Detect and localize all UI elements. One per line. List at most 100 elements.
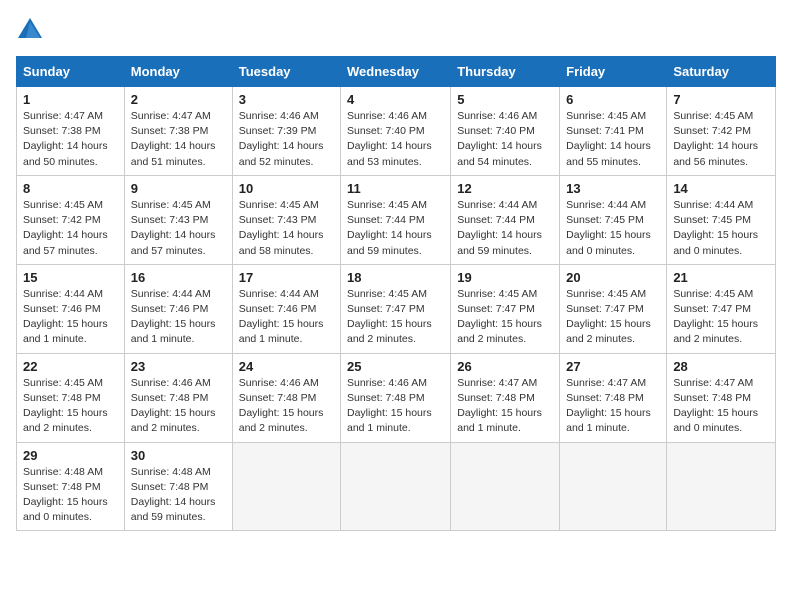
- daylight-label: Daylight: 14 hours and 51 minutes.: [131, 140, 216, 167]
- sunrise-label: Sunrise: 4:46 AM: [131, 377, 211, 389]
- calendar-day-cell: 1 Sunrise: 4:47 AM Sunset: 7:38 PM Dayli…: [17, 87, 125, 176]
- sunrise-label: Sunrise: 4:44 AM: [23, 288, 103, 300]
- weekday-header-row: SundayMondayTuesdayWednesdayThursdayFrid…: [17, 57, 776, 87]
- sunset-label: Sunset: 7:41 PM: [566, 125, 644, 137]
- day-info: Sunrise: 4:45 AM Sunset: 7:43 PM Dayligh…: [131, 198, 226, 259]
- calendar-day-cell: 30 Sunrise: 4:48 AM Sunset: 7:48 PM Dayl…: [124, 442, 232, 531]
- calendar-day-cell: 3 Sunrise: 4:46 AM Sunset: 7:39 PM Dayli…: [232, 87, 340, 176]
- daylight-label: Daylight: 14 hours and 57 minutes.: [23, 229, 108, 256]
- calendar-day-cell: 6 Sunrise: 4:45 AM Sunset: 7:41 PM Dayli…: [560, 87, 667, 176]
- weekday-header: Wednesday: [341, 57, 451, 87]
- daylight-label: Daylight: 14 hours and 54 minutes.: [457, 140, 542, 167]
- sunrise-label: Sunrise: 4:47 AM: [673, 377, 753, 389]
- calendar-day-cell: 23 Sunrise: 4:46 AM Sunset: 7:48 PM Dayl…: [124, 353, 232, 442]
- daylight-label: Daylight: 15 hours and 2 minutes.: [347, 318, 432, 345]
- sunrise-label: Sunrise: 4:47 AM: [23, 110, 103, 122]
- calendar-day-cell: 28 Sunrise: 4:47 AM Sunset: 7:48 PM Dayl…: [667, 353, 776, 442]
- day-number: 10: [239, 181, 334, 196]
- day-number: 24: [239, 359, 334, 374]
- day-info: Sunrise: 4:47 AM Sunset: 7:48 PM Dayligh…: [673, 376, 769, 437]
- sunset-label: Sunset: 7:48 PM: [131, 392, 209, 404]
- day-info: Sunrise: 4:45 AM Sunset: 7:47 PM Dayligh…: [566, 287, 660, 348]
- sunrise-label: Sunrise: 4:45 AM: [347, 199, 427, 211]
- daylight-label: Daylight: 15 hours and 1 minute.: [457, 407, 542, 434]
- day-info: Sunrise: 4:45 AM Sunset: 7:47 PM Dayligh…: [673, 287, 769, 348]
- day-number: 8: [23, 181, 118, 196]
- weekday-header: Friday: [560, 57, 667, 87]
- day-info: Sunrise: 4:45 AM Sunset: 7:47 PM Dayligh…: [347, 287, 444, 348]
- calendar-day-cell: 9 Sunrise: 4:45 AM Sunset: 7:43 PM Dayli…: [124, 175, 232, 264]
- day-info: Sunrise: 4:45 AM Sunset: 7:43 PM Dayligh…: [239, 198, 334, 259]
- calendar-day-cell: 24 Sunrise: 4:46 AM Sunset: 7:48 PM Dayl…: [232, 353, 340, 442]
- day-number: 14: [673, 181, 769, 196]
- daylight-label: Daylight: 15 hours and 1 minute.: [347, 407, 432, 434]
- weekday-header: Sunday: [17, 57, 125, 87]
- sunrise-label: Sunrise: 4:47 AM: [131, 110, 211, 122]
- daylight-label: Daylight: 15 hours and 2 minutes.: [673, 318, 758, 345]
- day-number: 26: [457, 359, 553, 374]
- day-number: 22: [23, 359, 118, 374]
- sunset-label: Sunset: 7:47 PM: [457, 303, 535, 315]
- calendar-day-cell: 19 Sunrise: 4:45 AM Sunset: 7:47 PM Dayl…: [451, 264, 560, 353]
- day-number: 13: [566, 181, 660, 196]
- day-number: 29: [23, 448, 118, 463]
- daylight-label: Daylight: 14 hours and 59 minutes.: [347, 229, 432, 256]
- calendar-day-cell: 25 Sunrise: 4:46 AM Sunset: 7:48 PM Dayl…: [341, 353, 451, 442]
- sunset-label: Sunset: 7:48 PM: [457, 392, 535, 404]
- weekday-header: Thursday: [451, 57, 560, 87]
- day-number: 23: [131, 359, 226, 374]
- sunset-label: Sunset: 7:48 PM: [23, 392, 101, 404]
- sunrise-label: Sunrise: 4:45 AM: [239, 199, 319, 211]
- day-info: Sunrise: 4:47 AM Sunset: 7:48 PM Dayligh…: [457, 376, 553, 437]
- daylight-label: Daylight: 14 hours and 50 minutes.: [23, 140, 108, 167]
- calendar-day-cell: 10 Sunrise: 4:45 AM Sunset: 7:43 PM Dayl…: [232, 175, 340, 264]
- sunrise-label: Sunrise: 4:46 AM: [347, 110, 427, 122]
- sunrise-label: Sunrise: 4:47 AM: [457, 377, 537, 389]
- calendar-week-row: 15 Sunrise: 4:44 AM Sunset: 7:46 PM Dayl…: [17, 264, 776, 353]
- sunrise-label: Sunrise: 4:46 AM: [239, 377, 319, 389]
- daylight-label: Daylight: 15 hours and 2 minutes.: [239, 407, 324, 434]
- day-info: Sunrise: 4:45 AM Sunset: 7:42 PM Dayligh…: [23, 198, 118, 259]
- daylight-label: Daylight: 15 hours and 1 minute.: [239, 318, 324, 345]
- sunset-label: Sunset: 7:46 PM: [131, 303, 209, 315]
- sunrise-label: Sunrise: 4:45 AM: [347, 288, 427, 300]
- calendar-day-cell: [560, 442, 667, 531]
- sunrise-label: Sunrise: 4:44 AM: [239, 288, 319, 300]
- day-info: Sunrise: 4:44 AM Sunset: 7:45 PM Dayligh…: [566, 198, 660, 259]
- daylight-label: Daylight: 14 hours and 58 minutes.: [239, 229, 324, 256]
- page-header: [16, 16, 776, 44]
- calendar-week-row: 8 Sunrise: 4:45 AM Sunset: 7:42 PM Dayli…: [17, 175, 776, 264]
- daylight-label: Daylight: 15 hours and 2 minutes.: [131, 407, 216, 434]
- calendar-day-cell: 16 Sunrise: 4:44 AM Sunset: 7:46 PM Dayl…: [124, 264, 232, 353]
- daylight-label: Daylight: 15 hours and 0 minutes.: [23, 496, 108, 523]
- day-info: Sunrise: 4:47 AM Sunset: 7:38 PM Dayligh…: [131, 109, 226, 170]
- sunrise-label: Sunrise: 4:45 AM: [566, 288, 646, 300]
- day-number: 30: [131, 448, 226, 463]
- sunrise-label: Sunrise: 4:45 AM: [673, 288, 753, 300]
- daylight-label: Daylight: 15 hours and 0 minutes.: [566, 229, 651, 256]
- daylight-label: Daylight: 14 hours and 52 minutes.: [239, 140, 324, 167]
- daylight-label: Daylight: 15 hours and 2 minutes.: [566, 318, 651, 345]
- day-info: Sunrise: 4:44 AM Sunset: 7:46 PM Dayligh…: [239, 287, 334, 348]
- day-number: 11: [347, 181, 444, 196]
- day-number: 12: [457, 181, 553, 196]
- day-number: 15: [23, 270, 118, 285]
- day-number: 21: [673, 270, 769, 285]
- daylight-label: Daylight: 14 hours and 53 minutes.: [347, 140, 432, 167]
- sunset-label: Sunset: 7:47 PM: [566, 303, 644, 315]
- calendar-day-cell: 11 Sunrise: 4:45 AM Sunset: 7:44 PM Dayl…: [341, 175, 451, 264]
- daylight-label: Daylight: 15 hours and 0 minutes.: [673, 407, 758, 434]
- day-info: Sunrise: 4:47 AM Sunset: 7:38 PM Dayligh…: [23, 109, 118, 170]
- sunrise-label: Sunrise: 4:45 AM: [566, 110, 646, 122]
- sunrise-label: Sunrise: 4:45 AM: [131, 199, 211, 211]
- sunrise-label: Sunrise: 4:44 AM: [673, 199, 753, 211]
- daylight-label: Daylight: 15 hours and 0 minutes.: [673, 229, 758, 256]
- sunrise-label: Sunrise: 4:44 AM: [131, 288, 211, 300]
- calendar-day-cell: [341, 442, 451, 531]
- sunset-label: Sunset: 7:42 PM: [23, 214, 101, 226]
- day-number: 19: [457, 270, 553, 285]
- calendar-day-cell: 21 Sunrise: 4:45 AM Sunset: 7:47 PM Dayl…: [667, 264, 776, 353]
- day-info: Sunrise: 4:44 AM Sunset: 7:46 PM Dayligh…: [131, 287, 226, 348]
- calendar-week-row: 29 Sunrise: 4:48 AM Sunset: 7:48 PM Dayl…: [17, 442, 776, 531]
- calendar-day-cell: [232, 442, 340, 531]
